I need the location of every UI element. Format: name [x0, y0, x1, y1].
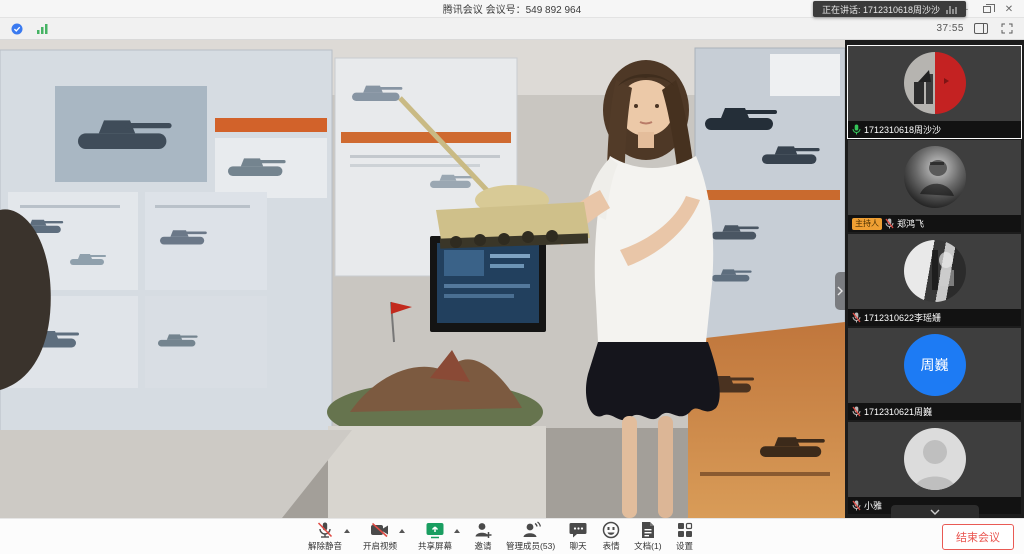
- share-options-caret[interactable]: [454, 529, 460, 533]
- mic-muted-icon: [852, 500, 861, 511]
- participant-tile[interactable]: 主持人 郑鸿飞: [848, 140, 1021, 232]
- host-badge: 主持人: [852, 218, 882, 230]
- unmute-button[interactable]: 解除静音: [308, 521, 342, 552]
- bottom-toolbar: 解除静音 开启视频 共享屏幕: [0, 518, 1024, 554]
- avatar: [904, 146, 966, 208]
- avatar: [904, 428, 966, 490]
- mic-muted-icon: [885, 218, 894, 229]
- apps-icon: [675, 521, 695, 539]
- participant-tile[interactable]: 1712310622李瑶姗: [848, 234, 1021, 326]
- manage-members-button[interactable]: 管理成员(53): [506, 521, 555, 552]
- start-video-button[interactable]: 开启视频: [363, 521, 397, 552]
- share-screen-icon: [425, 521, 445, 539]
- speaking-toast-text: 正在讲话: 1712310618周沙沙: [822, 3, 940, 16]
- invite-button[interactable]: 邀请: [473, 521, 493, 552]
- settings-button[interactable]: 设置: [675, 521, 695, 552]
- fullscreen-icon[interactable]: [998, 21, 1016, 37]
- title-bar: 腾讯会议 会议号：549 892 964 正在讲话: 1712310618周沙沙…: [0, 0, 1024, 18]
- participant-name-bar: 1712310621周巍: [848, 403, 1021, 420]
- participant-name: 1712310621周巍: [864, 405, 932, 418]
- members-icon: [521, 521, 541, 539]
- participant-name-bar: 1712310618周沙沙: [848, 121, 1021, 138]
- video-options-caret[interactable]: [399, 529, 405, 533]
- toolbar-button-label: 表情: [603, 540, 620, 552]
- meeting-bar: 37:55: [0, 18, 1024, 40]
- close-icon[interactable]: ✕: [998, 0, 1020, 18]
- shield-icon[interactable]: [8, 21, 26, 37]
- avatar: [904, 52, 966, 114]
- toolbar-button-label: 邀请: [475, 540, 492, 552]
- avatar-initials: 周巍: [921, 355, 949, 375]
- toolbar-button-label: 聊天: [570, 540, 587, 552]
- mic-muted-icon: [852, 312, 861, 323]
- participants-sidebar: 1712310618周沙沙 主持人 郑鸿飞: [845, 40, 1024, 518]
- camera-off-icon: [370, 521, 390, 539]
- tencent-meeting-window: 腾讯会议 会议号：549 892 964 正在讲话: 1712310618周沙沙…: [0, 0, 1024, 554]
- avatar: [904, 240, 966, 302]
- mic-muted-icon: [852, 406, 861, 417]
- layout-switch-icon[interactable]: [972, 21, 990, 37]
- sidebar-collapse-handle[interactable]: [835, 272, 845, 310]
- main-video-feed: [0, 40, 845, 518]
- docs-button[interactable]: 文档(1): [634, 521, 661, 552]
- toolbar-button-label: 管理成员(53): [506, 540, 555, 552]
- share-screen-button[interactable]: 共享屏幕: [418, 521, 452, 552]
- signal-icon[interactable]: [34, 21, 52, 37]
- video-scene: [0, 40, 845, 518]
- toolbar-button-label: 设置: [676, 540, 693, 552]
- collapse-right-icon: [837, 286, 843, 296]
- collapse-down-icon: [930, 509, 940, 515]
- participant-name: 1712310618周沙沙: [864, 123, 941, 136]
- mic-muted-icon: [315, 521, 335, 539]
- participant-name: 1712310622李瑶姗: [864, 311, 941, 324]
- toolbar-button-label: 解除静音: [308, 540, 342, 552]
- meeting-timer: 37:55: [936, 23, 964, 34]
- person-placeholder-icon: [904, 428, 966, 490]
- participant-name: 小雅: [864, 499, 882, 512]
- mic-on-icon: [852, 124, 861, 135]
- toolbar-button-label: 文档(1): [634, 540, 661, 552]
- unmute-options-caret[interactable]: [344, 529, 350, 533]
- emoji-icon: [601, 521, 621, 539]
- avatar: 周巍: [904, 334, 966, 396]
- content-area: 1712310618周沙沙 主持人 郑鸿飞: [0, 40, 1024, 518]
- end-meeting-button[interactable]: 结束会议: [942, 524, 1014, 550]
- window-title: 腾讯会议 会议号：549 892 964: [443, 1, 581, 16]
- participant-tile[interactable]: 周巍 1712310621周巍: [848, 328, 1021, 420]
- participant-name: 郑鸿飞: [897, 217, 924, 230]
- docs-icon: [638, 521, 658, 539]
- participant-name-bar: 主持人 郑鸿飞: [848, 215, 1021, 232]
- speaking-toast: 正在讲话: 1712310618周沙沙: [813, 1, 966, 17]
- participant-name-bar: 1712310622李瑶姗: [848, 309, 1021, 326]
- chat-button[interactable]: 聊天: [568, 521, 588, 552]
- voice-wave-icon: [946, 5, 957, 14]
- invite-icon: [473, 521, 493, 539]
- toolbar-button-label: 开启视频: [363, 540, 397, 552]
- toolbar-button-label: 共享屏幕: [418, 540, 452, 552]
- chat-icon: [568, 521, 588, 539]
- restore-icon[interactable]: [976, 0, 998, 18]
- participant-tile[interactable]: 小雅: [848, 422, 1021, 514]
- sidebar-collapse-down[interactable]: [891, 505, 979, 518]
- emoji-button[interactable]: 表情: [601, 521, 621, 552]
- participant-tile[interactable]: 1712310618周沙沙: [848, 46, 1021, 138]
